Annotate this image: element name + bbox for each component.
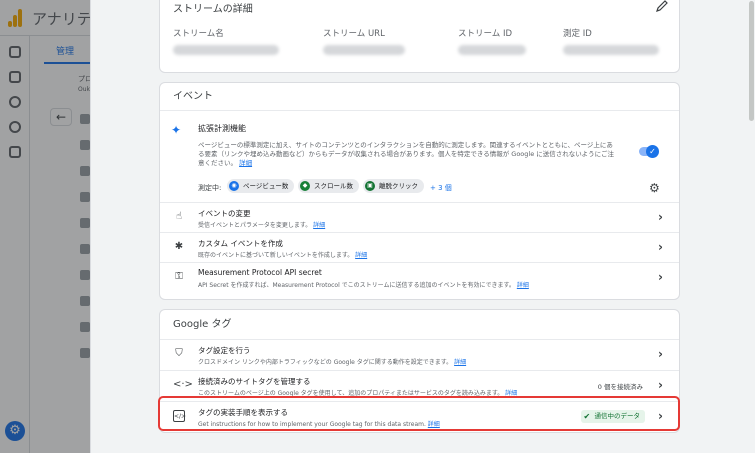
tag-settings-icon: ⛉	[175, 348, 183, 359]
stream-name-column: ストリーム名	[173, 27, 283, 55]
stream-details-title: ストリームの詳細	[173, 4, 253, 15]
view-tag-instructions-desc-text: Get instructions for how to implement yo…	[198, 421, 426, 428]
measurement-protocol-title: Measurement Protocol API secret	[198, 268, 322, 277]
google-tag-card: Google タグ ⛉ タグ設定を行う クロスドメイン リンクや内部トラフィック…	[159, 309, 680, 433]
modify-events-row[interactable]: ☝ イベントの変更 受信イベントとパラメータを変更します。 詳細 ›	[160, 203, 679, 233]
stream-name-label: ストリーム名	[173, 29, 224, 39]
chip-outbound-clicks-label: 離脱クリック	[379, 182, 418, 190]
enhanced-measurement-toggle[interactable]: ✓	[639, 145, 659, 158]
chip-scrolls: ◆ スクロール数	[298, 179, 359, 193]
chevron-right-icon: ›	[658, 378, 663, 392]
events-card: イベント ✦ 拡張計測機能 ページビューの標準測定に加え、サイトのコンテンツとの…	[159, 82, 680, 300]
stream-id-label: ストリーム ID	[458, 29, 512, 39]
configure-tag-row[interactable]: ⛉ タグ設定を行う クロスドメイン リンクや内部トラフィックなどの Google…	[160, 340, 679, 371]
chevron-right-icon: ›	[658, 347, 663, 361]
measurement-protocol-details-link[interactable]: 詳細	[517, 282, 529, 289]
stream-id-value-redacted	[458, 45, 526, 55]
modify-events-desc-text: 受信イベントとパラメータを変更します。	[198, 222, 312, 229]
data-flowing-label: 通信中のデータ	[594, 412, 641, 420]
click-icon: ▣	[365, 181, 375, 191]
chip-page-views-label: ページビュー数	[243, 182, 289, 190]
modify-events-title: イベントの変更	[198, 209, 251, 218]
stream-details-panel: ストリームの詳細 ストリーム名 ストリーム URL ストリーム ID 測定 ID…	[90, 0, 755, 453]
more-events-count[interactable]: + 3 個	[430, 181, 452, 195]
chevron-right-icon: ›	[658, 210, 663, 224]
touch-icon: ☝	[175, 211, 183, 222]
sparkle-icon: ✦	[171, 123, 182, 137]
stream-name-value-redacted	[173, 45, 279, 55]
scroll-icon: ◆	[300, 181, 310, 191]
view-tag-instructions-title: タグの実装手順を表示する	[198, 408, 288, 417]
enhanced-details-link[interactable]: 詳細	[239, 159, 252, 167]
measurement-protocol-desc-text: API Secret を作成すれば、Measurement Protocol で…	[198, 282, 515, 289]
view-tag-instructions-details-link[interactable]: 詳細	[428, 421, 440, 428]
measurement-id-value-redacted	[563, 45, 659, 55]
view-tag-instructions-description: Get instructions for how to implement yo…	[198, 419, 440, 428]
view-tag-instructions-row[interactable]: </> タグの実装手順を表示する Get instructions for ho…	[160, 402, 679, 433]
configure-tag-desc-text: クロスドメイン リンクや内部トラフィックなどの Google タグに関する動作を…	[198, 359, 453, 366]
connected-count-badge: 0 個を接続済み	[597, 383, 643, 391]
code-arrows-icon: <·>	[173, 379, 193, 390]
enhanced-measurement-title: 拡張計測機能	[198, 124, 246, 133]
configure-tag-title: タグ設定を行う	[198, 346, 251, 355]
create-custom-event-title: カスタム イベントを作成	[198, 239, 283, 248]
stream-id-column: ストリーム ID	[458, 27, 548, 55]
google-tag-header: Google タグ	[160, 310, 679, 340]
manage-connected-tags-details-link[interactable]: 詳細	[505, 390, 517, 397]
measurement-protocol-description: API Secret を作成すれば、Measurement Protocol で…	[198, 280, 529, 289]
measurement-protocol-row[interactable]: ⚿ Measurement Protocol API secret API Se…	[160, 263, 679, 293]
enhanced-measurement-description: ページビューの標準測定に加え、サイトのコンテンツとのインタラクションを自動的に測…	[198, 141, 614, 168]
modify-events-description: 受信イベントとパラメータを変更します。 詳細	[198, 220, 325, 229]
stream-url-column: ストリーム URL	[323, 27, 433, 55]
magic-wand-icon: ✱	[174, 241, 184, 252]
create-custom-event-description: 既存のイベントに基づいて新しいイベントを作成します。 詳細	[198, 250, 367, 259]
stream-details-card: ストリームの詳細 ストリーム名 ストリーム URL ストリーム ID 測定 ID	[159, 0, 680, 73]
measuring-label: 測定中:	[198, 184, 222, 192]
measurement-id-label: 測定 ID	[563, 29, 592, 39]
create-custom-event-details-link[interactable]: 詳細	[355, 252, 367, 259]
chip-outbound-clicks: ▣ 離脱クリック	[363, 179, 424, 193]
data-flowing-badge: ✔ 通信中のデータ	[580, 410, 645, 423]
key-icon: ⚿	[175, 271, 183, 282]
stream-url-value-redacted	[323, 45, 405, 55]
manage-connected-tags-title: 接続済みのサイトタグを管理する	[198, 377, 311, 386]
create-custom-event-desc-text: 既存のイベントに基づいて新しいイベントを作成します。	[198, 252, 354, 259]
chevron-right-icon: ›	[658, 270, 663, 284]
chip-scrolls-label: スクロール数	[314, 182, 353, 190]
manage-connected-tags-description: このストリームのページ上の Google タグを使用して、追加のプロパティまたは…	[198, 388, 517, 397]
settings-gear-icon[interactable]: ⚙	[649, 181, 660, 195]
eye-icon: ◉	[229, 181, 239, 191]
chip-page-views: ◉ ページビュー数	[227, 179, 295, 193]
events-header: イベント	[160, 83, 679, 111]
scrollbar[interactable]	[749, 1, 754, 121]
stream-url-label: ストリーム URL	[323, 29, 385, 39]
chevron-right-icon: ›	[658, 409, 663, 423]
enhanced-description-text: ページビューの標準測定に加え、サイトのコンテンツとのインタラクションを自動的に測…	[198, 141, 615, 167]
edit-pencil-icon[interactable]	[655, 0, 669, 13]
manage-connected-tags-desc-text: このストリームのページ上の Google タグを使用して、追加のプロパティまたは…	[198, 390, 504, 397]
create-custom-event-row[interactable]: ✱ カスタム イベントを作成 既存のイベントに基づいて新しいイベントを作成します…	[160, 233, 679, 263]
modify-events-details-link[interactable]: 詳細	[313, 222, 325, 229]
configure-tag-description: クロスドメイン リンクや内部トラフィックなどの Google タグに関する動作を…	[198, 357, 466, 366]
code-box-icon: </>	[173, 410, 186, 422]
manage-connected-tags-row[interactable]: <·> 接続済みのサイトタグを管理する このストリームのページ上の Google…	[160, 371, 679, 402]
check-icon: ✓	[646, 145, 659, 158]
checkmark-icon: ✔	[583, 412, 591, 421]
chevron-right-icon: ›	[658, 240, 663, 254]
measurement-id-column: 測定 ID	[563, 27, 673, 55]
configure-tag-details-link[interactable]: 詳細	[454, 359, 466, 366]
enhanced-measurement-section: ✦ 拡張計測機能 ページビューの標準測定に加え、サイトのコンテンツとのインタラク…	[160, 111, 679, 203]
